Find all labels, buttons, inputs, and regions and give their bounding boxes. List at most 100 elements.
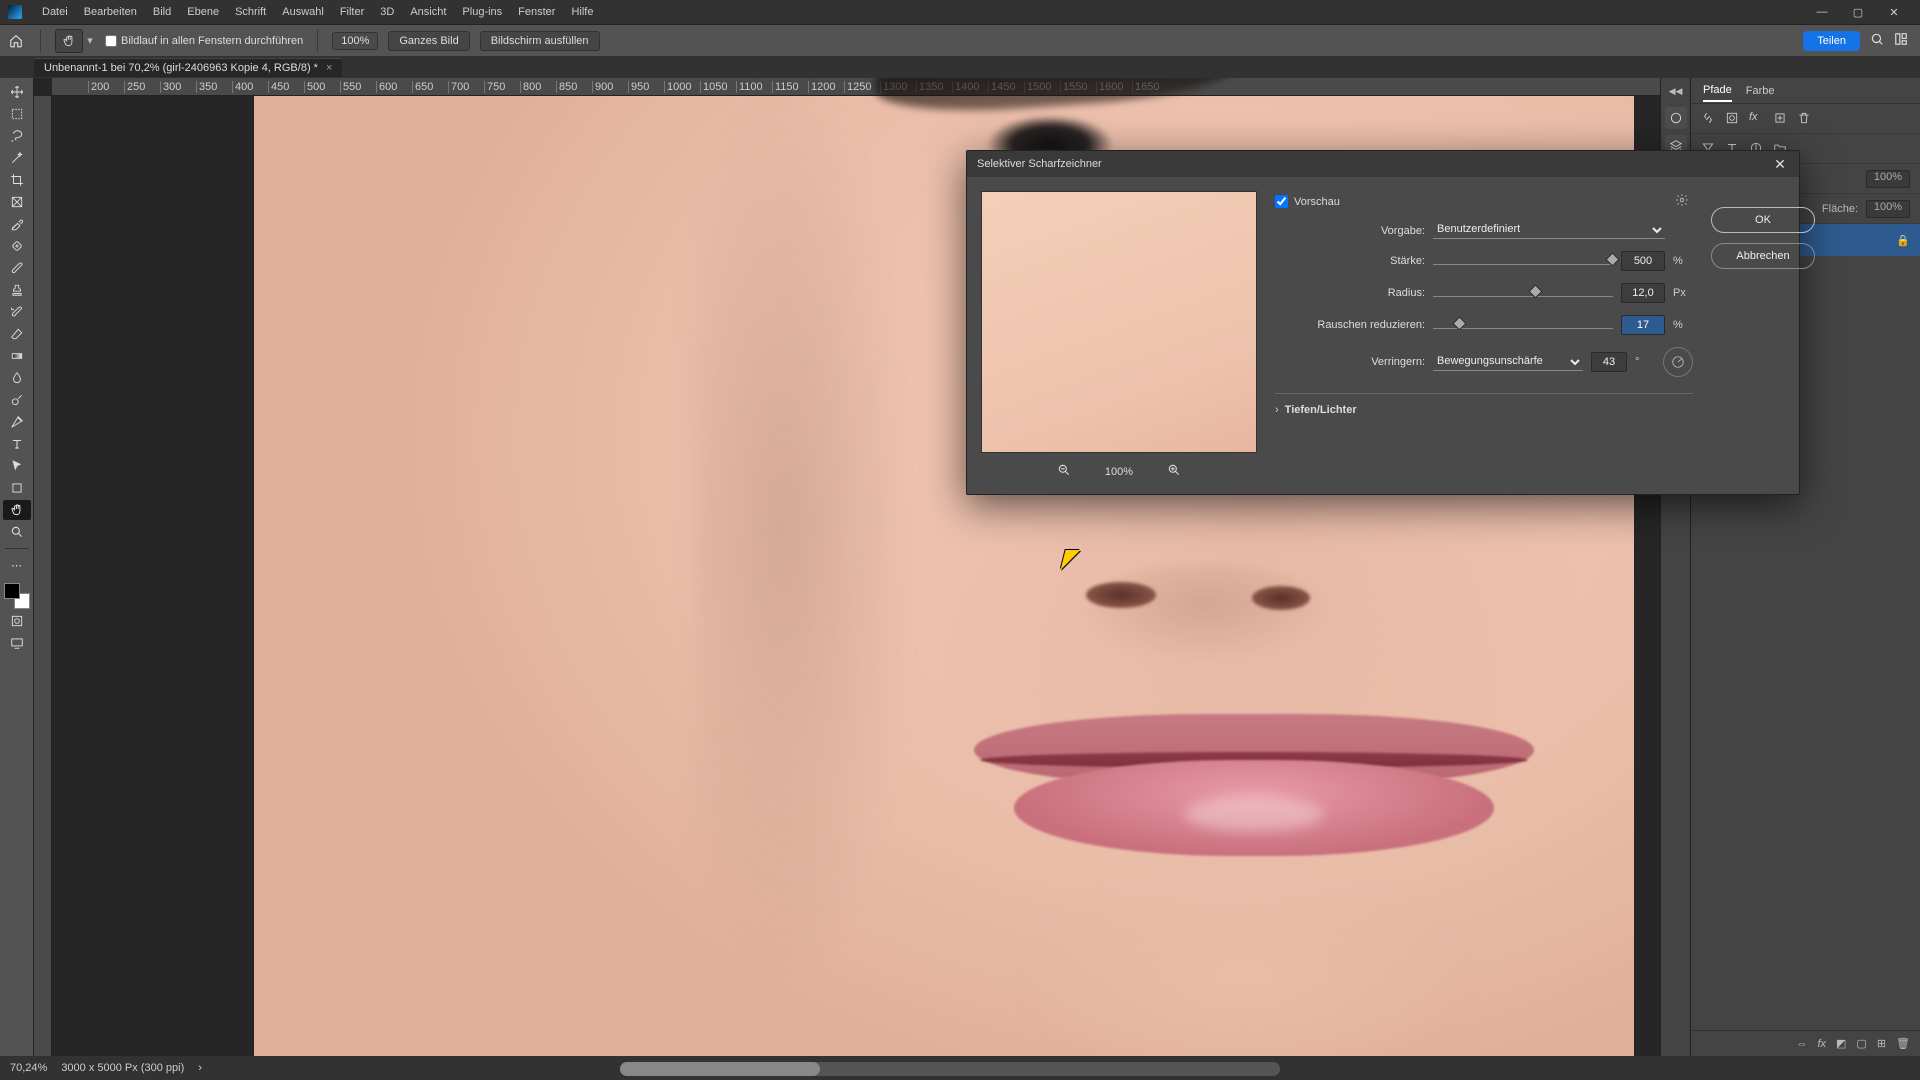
noise-input[interactable]: 17 (1621, 315, 1665, 335)
menu-schrift[interactable]: Schrift (227, 6, 274, 18)
preview-checkbox-label: Vorschau (1294, 196, 1340, 208)
window-minimize-button[interactable]: — (1804, 2, 1840, 22)
foreground-color-swatch[interactable] (4, 583, 20, 599)
amount-slider[interactable] (1433, 252, 1613, 270)
quickmask-icon[interactable] (3, 611, 31, 631)
stamp-tool-icon[interactable] (3, 280, 31, 300)
dialog-gear-icon[interactable] (1675, 193, 1689, 210)
document-tab-close-icon[interactable]: × (326, 62, 332, 74)
tool-preset-dropdown[interactable]: ▾ (85, 29, 95, 53)
menu-ebene[interactable]: Ebene (179, 6, 227, 18)
hand-tool-icon[interactable] (55, 29, 83, 53)
dialog-titlebar[interactable]: Selektiver Scharfzeichner ✕ (967, 151, 1799, 177)
eyedropper-tool-icon[interactable] (3, 214, 31, 234)
document-tab-title: Unbenannt-1 bei 70,2% (girl-2406963 Kopi… (44, 62, 318, 74)
menu-bild[interactable]: Bild (145, 6, 179, 18)
menu-plugins[interactable]: Plug-ins (454, 6, 510, 18)
dialog-close-icon[interactable]: ✕ (1771, 155, 1789, 173)
deckkraft-value[interactable]: 100% (1866, 170, 1910, 188)
new-icon[interactable] (1773, 111, 1789, 127)
link-layers-icon[interactable]: ⇔ (1796, 1038, 1807, 1050)
marquee-tool-icon[interactable] (3, 104, 31, 124)
zoom-100-button[interactable]: 100% (332, 32, 378, 50)
workspace-icon[interactable] (1894, 32, 1908, 49)
amount-input[interactable]: 500 (1621, 251, 1665, 271)
window-close-button[interactable]: ✕ (1876, 2, 1912, 22)
menu-ansicht[interactable]: Ansicht (402, 6, 454, 18)
menu-fenster[interactable]: Fenster (510, 6, 563, 18)
menu-bearbeiten[interactable]: Bearbeiten (76, 6, 145, 18)
delete-button-icon[interactable]: 🗑 (1896, 1037, 1910, 1050)
tab-farbe[interactable]: Farbe (1746, 81, 1775, 101)
path-select-tool-icon[interactable] (3, 456, 31, 476)
scroll-all-windows-label: Bildlauf in allen Fenstern durchführen (121, 35, 303, 47)
menu-datei[interactable]: Datei (34, 6, 76, 18)
fill-screen-button[interactable]: Bildschirm ausfüllen (480, 31, 600, 51)
preset-dropdown[interactable]: Benutzerdefiniert (1433, 222, 1665, 239)
eraser-tool-icon[interactable] (3, 324, 31, 344)
dodge-tool-icon[interactable] (3, 390, 31, 410)
mask-icon[interactable] (1725, 111, 1741, 127)
history-brush-tool-icon[interactable] (3, 302, 31, 322)
radius-input[interactable]: 12,0 (1621, 283, 1665, 303)
dialog-title: Selektiver Scharfzeichner (977, 158, 1102, 170)
preset-label: Vorgabe: (1275, 225, 1425, 237)
menu-3d[interactable]: 3D (372, 6, 402, 18)
newlayer-button-icon[interactable]: ⊞ (1877, 1037, 1886, 1050)
flaeche-value[interactable]: 100% (1866, 200, 1910, 218)
heal-tool-icon[interactable] (3, 236, 31, 256)
preview-checkbox[interactable]: Vorschau (1275, 195, 1340, 208)
menu-auswahl[interactable]: Auswahl (274, 6, 332, 18)
type-tool-icon[interactable] (3, 434, 31, 454)
status-chevron-icon[interactable]: › (198, 1062, 202, 1074)
cancel-button[interactable]: Abbrechen (1711, 243, 1815, 269)
zoom-in-icon[interactable] (1167, 463, 1181, 480)
fit-whole-button[interactable]: Ganzes Bild (388, 31, 469, 51)
brush-tool-icon[interactable] (3, 258, 31, 278)
mask-button-icon[interactable]: ◩ (1836, 1037, 1846, 1050)
color-panel-icon[interactable] (1665, 107, 1687, 129)
radius-slider[interactable] (1433, 284, 1613, 302)
section-label: Tiefen/Lichter (1285, 404, 1357, 416)
ok-button[interactable]: OK (1711, 207, 1815, 233)
search-icon[interactable] (1870, 32, 1884, 49)
group-button-icon[interactable]: ▢ (1856, 1037, 1866, 1050)
status-zoom[interactable]: 70,24% (10, 1062, 47, 1074)
fx-button-icon[interactable]: fx (1817, 1038, 1826, 1050)
edit-toolbar-icon[interactable]: ⋯ (3, 555, 31, 575)
gradient-tool-icon[interactable] (3, 346, 31, 366)
home-button[interactable] (6, 31, 26, 51)
dialog-preview[interactable] (981, 191, 1257, 453)
frame-tool-icon[interactable] (3, 192, 31, 212)
pen-tool-icon[interactable] (3, 412, 31, 432)
move-tool-icon[interactable] (3, 82, 31, 102)
document-tab[interactable]: Unbenannt-1 bei 70,2% (girl-2406963 Kopi… (34, 58, 342, 77)
screenmode-icon[interactable] (3, 633, 31, 653)
shadows-highlights-section[interactable]: › Tiefen/Lichter (1275, 393, 1693, 416)
menu-filter[interactable]: Filter (332, 6, 372, 18)
crop-tool-icon[interactable] (3, 170, 31, 190)
lasso-tool-icon[interactable] (3, 126, 31, 146)
hand-tool-icon-toolbox[interactable] (3, 500, 31, 520)
color-swatches[interactable] (4, 583, 30, 609)
shape-tool-icon[interactable] (3, 478, 31, 498)
noise-slider[interactable] (1433, 316, 1613, 334)
share-button[interactable]: Teilen (1803, 31, 1860, 51)
tab-pfade[interactable]: Pfade (1703, 80, 1732, 102)
link-icon[interactable] (1701, 111, 1717, 127)
horizontal-scrollbar[interactable] (620, 1062, 1280, 1076)
window-maximize-button[interactable]: ▢ (1840, 2, 1876, 22)
angle-input[interactable]: 43 (1591, 352, 1627, 372)
remove-dropdown[interactable]: Bewegungsunschärfe (1433, 354, 1583, 371)
angle-dial-icon[interactable] (1663, 347, 1693, 377)
zoom-tool-icon[interactable] (3, 522, 31, 542)
blur-tool-icon[interactable] (3, 368, 31, 388)
menu-hilfe[interactable]: Hilfe (563, 6, 601, 18)
zoom-out-icon[interactable] (1057, 463, 1071, 480)
trash-icon[interactable] (1797, 111, 1813, 127)
scroll-all-windows-checkbox[interactable]: Bildlauf in allen Fenstern durchführen (105, 35, 303, 47)
layer-lock-icon[interactable]: 🔒 (1896, 234, 1910, 247)
wand-tool-icon[interactable] (3, 148, 31, 168)
fx-icon[interactable]: fx (1749, 111, 1765, 127)
expand-panels-icon[interactable]: ◀◀ (1669, 82, 1683, 101)
